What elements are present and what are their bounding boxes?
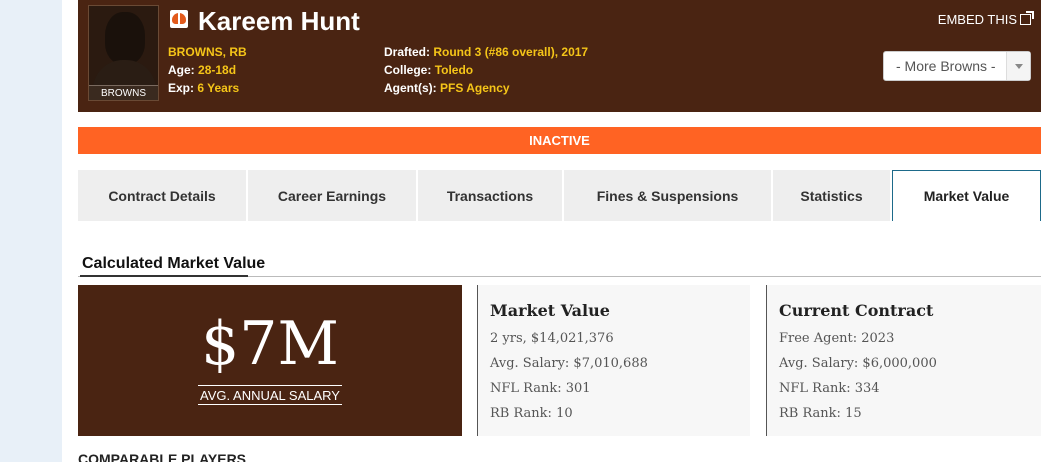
tab-contract-details[interactable]: Contract Details: [78, 170, 248, 221]
avg-annual-salary-caption: AVG. ANNUAL SALARY: [198, 385, 342, 405]
exp-label: Exp:: [168, 81, 195, 95]
college-row: College: Toledo: [384, 61, 588, 79]
market-value-nfl-rank: NFL Rank: 301: [490, 381, 591, 396]
current-contract-position-rank: RB Rank: 15: [779, 406, 862, 421]
section-divider: [78, 275, 1041, 277]
market-value-contract: 2 yrs, $14,021,376: [490, 331, 614, 346]
current-contract-avg-salary: Avg. Salary: $6,000,000: [779, 356, 937, 371]
photo-team-tag: BROWNS: [89, 85, 158, 100]
market-value-title: Market Value: [490, 301, 610, 320]
comparable-players-title: COMPARABLE PLAYERS: [78, 451, 247, 462]
embed-label: EMBED THIS: [937, 12, 1017, 27]
agent-label: Agent(s):: [384, 81, 437, 95]
college-label: College:: [384, 63, 432, 77]
player-face: [105, 12, 145, 64]
player-info-right: Drafted: Round 3 (#86 overall), 2017 Col…: [384, 43, 588, 97]
tab-market-value[interactable]: Market Value: [892, 170, 1041, 221]
more-team-select-value: - More Browns -: [896, 58, 996, 74]
current-contract-card: Current Contract Free Agent: 2023 Avg. S…: [766, 285, 1041, 436]
age-value: 28-18d: [198, 63, 237, 77]
external-link-icon: [1020, 11, 1034, 25]
tab-fines-suspensions[interactable]: Fines & Suspensions: [564, 170, 773, 221]
college-value: Toledo: [434, 63, 474, 77]
status-banner: INACTIVE: [78, 127, 1041, 154]
current-contract-title: Current Contract: [779, 301, 934, 320]
market-value-card: Market Value 2 yrs, $14,021,376 Avg. Sal…: [477, 285, 750, 436]
agent-row: Agent(s): PFS Agency: [384, 79, 588, 97]
team-position: BROWNS, RB: [168, 45, 247, 59]
tab-bar: Contract Details Career Earnings Transac…: [78, 170, 1041, 221]
market-value-avg-salary: Avg. Salary: $7,010,688: [490, 356, 648, 371]
avg-annual-salary-value: $7M: [201, 309, 339, 379]
page: BROWNS Kareem Hunt BROWNS, RB Age: 28-18…: [62, 0, 1053, 462]
exp-row: Exp: 6 Years: [168, 79, 247, 97]
browns-helmet-icon: [170, 10, 188, 28]
player-name: Kareem Hunt: [198, 6, 360, 36]
drafted-row: Drafted: Round 3 (#86 overall), 2017: [384, 43, 588, 61]
market-value-summary: $7M AVG. ANNUAL SALARY: [78, 285, 462, 436]
market-value-position-rank: RB Rank: 10: [490, 406, 573, 421]
player-header: BROWNS Kareem Hunt BROWNS, RB Age: 28-18…: [78, 0, 1041, 112]
player-photo: BROWNS: [88, 5, 159, 101]
age-label: Age:: [168, 63, 195, 77]
section-title: Calculated Market Value: [82, 255, 266, 272]
tab-career-earnings[interactable]: Career Earnings: [248, 170, 418, 221]
agent-value[interactable]: PFS Agency: [440, 81, 510, 95]
drafted-value: Round 3 (#86 overall), 2017: [433, 45, 589, 59]
chevron-down-icon: [1006, 52, 1030, 80]
age-row: Age: 28-18d: [168, 61, 247, 79]
embed-this-link[interactable]: EMBED THIS: [937, 11, 1034, 27]
tab-statistics[interactable]: Statistics: [773, 170, 892, 221]
drafted-label: Drafted:: [384, 45, 431, 59]
exp-value: 6 Years: [197, 81, 240, 95]
tab-transactions[interactable]: Transactions: [418, 170, 564, 221]
current-contract-nfl-rank: NFL Rank: 334: [779, 381, 880, 396]
current-contract-free-agent: Free Agent: 2023: [779, 331, 895, 346]
player-info-left: BROWNS, RB Age: 28-18d Exp: 6 Years: [168, 43, 247, 97]
more-team-select[interactable]: - More Browns -: [883, 51, 1031, 81]
